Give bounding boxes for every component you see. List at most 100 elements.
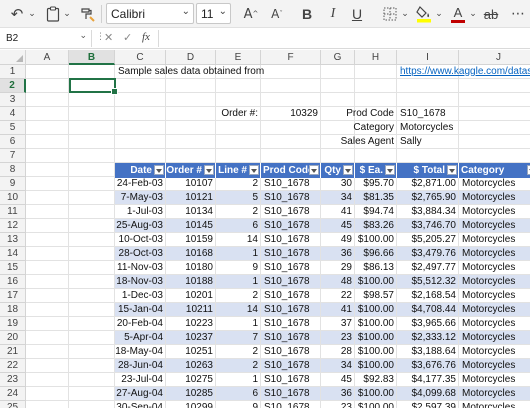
table-cell[interactable]: $2,871.00 (397, 177, 459, 191)
row-header-15[interactable]: 15 (0, 261, 26, 275)
table-header-cell[interactable]: Line # (216, 163, 261, 178)
selected-cell-outline[interactable] (69, 78, 118, 95)
borders-dropdown-icon[interactable]: ⌄ (400, 4, 410, 24)
font-color-icon[interactable]: A (448, 4, 468, 24)
table-cell[interactable]: 36 (321, 387, 355, 401)
fill-color-icon[interactable] (414, 4, 434, 24)
table-cell[interactable]: Motorcycles (459, 373, 530, 387)
table-cell[interactable]: 10188 (166, 275, 216, 289)
table-cell[interactable]: 2 (216, 177, 261, 191)
table-cell[interactable]: $100.00 (355, 359, 397, 373)
table-cell[interactable]: S10_1678 (261, 289, 321, 303)
table-cell[interactable]: 1 (216, 317, 261, 331)
table-cell[interactable]: 28-Jun-04 (115, 359, 166, 373)
table-cell[interactable]: S10_1678 (261, 177, 321, 191)
table-cell[interactable]: 10145 (166, 219, 216, 233)
enter-icon[interactable]: ✓ (123, 31, 132, 44)
function-icon[interactable]: fx (142, 31, 150, 43)
table-cell[interactable]: 6 (216, 387, 261, 401)
table-cell[interactable]: 10211 (166, 303, 216, 317)
table-cell[interactable]: S10_1678 (261, 261, 321, 275)
table-cell[interactable]: $92.83 (355, 373, 397, 387)
table-cell[interactable]: 7 (216, 331, 261, 345)
table-header-cell[interactable]: Prod Code (261, 163, 321, 178)
font-size-select[interactable]: 11 ⌄ (196, 3, 231, 24)
table-cell[interactable]: S10_1678 (261, 275, 321, 289)
row-header-18[interactable]: 18 (0, 303, 26, 317)
table-cell[interactable]: $3,479.76 (397, 247, 459, 261)
table-cell[interactable]: Motorcycles (459, 191, 530, 205)
table-cell[interactable]: 5-Apr-04 (115, 331, 166, 345)
table-cell[interactable]: Motorcycles (459, 247, 530, 261)
table-cell[interactable]: 2 (216, 289, 261, 303)
row-header-23[interactable]: 23 (0, 373, 26, 387)
table-cell[interactable]: S10_1678 (261, 401, 321, 408)
table-cell[interactable]: 23-Jul-04 (115, 373, 166, 387)
table-cell[interactable]: $3,884.34 (397, 205, 459, 219)
bold-button[interactable]: B (296, 4, 318, 24)
table-cell[interactable]: 30 (321, 177, 355, 191)
table-cell[interactable]: Motorcycles (459, 261, 530, 275)
table-header-cell[interactable]: Qty (321, 163, 355, 178)
table-cell[interactable]: $100.00 (355, 275, 397, 289)
table-cell[interactable]: 29 (321, 261, 355, 275)
filter-dropdown-icon[interactable] (447, 165, 457, 175)
table-cell[interactable]: 41 (321, 303, 355, 317)
table-cell[interactable]: 18-Nov-03 (115, 275, 166, 289)
table-cell[interactable]: $100.00 (355, 387, 397, 401)
table-cell[interactable]: Motorcycles (459, 289, 530, 303)
filter-dropdown-icon[interactable] (249, 165, 259, 175)
table-cell[interactable]: 37 (321, 317, 355, 331)
table-cell[interactable]: 28-Oct-03 (115, 247, 166, 261)
cancel-icon[interactable]: ✕ (104, 31, 113, 44)
paste-icon[interactable] (42, 4, 64, 24)
table-cell[interactable]: 10285 (166, 387, 216, 401)
table-header-cell[interactable]: $ Ea. (355, 163, 397, 178)
row-header-25[interactable]: 25 (0, 401, 26, 408)
table-cell[interactable]: 30-Sep-04 (115, 401, 166, 408)
row-header-21[interactable]: 21 (0, 345, 26, 359)
column-header-j[interactable]: J (459, 50, 530, 65)
table-cell[interactable]: $98.57 (355, 289, 397, 303)
table-cell[interactable]: 9 (216, 261, 261, 275)
italic-button[interactable]: I (322, 4, 344, 24)
column-header-d[interactable]: D (166, 50, 216, 65)
table-cell[interactable]: 49 (321, 233, 355, 247)
row-header-7[interactable]: 7 (0, 149, 26, 163)
table-cell[interactable]: $86.13 (355, 261, 397, 275)
table-cell[interactable]: $4,708.44 (397, 303, 459, 317)
table-cell[interactable]: 10237 (166, 331, 216, 345)
font-color-dropdown-icon[interactable]: ⌄ (468, 4, 478, 24)
table-cell[interactable]: Motorcycles (459, 205, 530, 219)
row-header-3[interactable]: 3 (0, 93, 26, 107)
row-header-6[interactable]: 6 (0, 135, 26, 149)
table-cell[interactable]: 5 (216, 191, 261, 205)
borders-icon[interactable] (380, 4, 400, 24)
table-cell[interactable]: $96.66 (355, 247, 397, 261)
table-cell[interactable]: Motorcycles (459, 177, 530, 191)
undo-dropdown-icon[interactable]: ⌄ (27, 4, 37, 24)
table-cell[interactable]: 28 (321, 345, 355, 359)
row-header-2[interactable]: 2 (0, 79, 26, 93)
filter-dropdown-icon[interactable] (204, 165, 214, 175)
table-cell[interactable]: 10121 (166, 191, 216, 205)
table-cell[interactable]: 25-Aug-03 (115, 219, 166, 233)
table-cell[interactable]: $2,333.12 (397, 331, 459, 345)
column-header-e[interactable]: E (216, 50, 261, 65)
table-cell[interactable]: Motorcycles (459, 401, 530, 408)
table-cell[interactable]: 2 (216, 205, 261, 219)
filter-dropdown-icon[interactable] (154, 165, 164, 175)
paste-dropdown-icon[interactable]: ⌄ (62, 4, 72, 24)
row-header-22[interactable]: 22 (0, 359, 26, 373)
table-cell[interactable]: 10-Oct-03 (115, 233, 166, 247)
formula-input[interactable] (158, 30, 526, 47)
table-header-cell[interactable]: Order # (166, 163, 216, 178)
table-cell[interactable]: Motorcycles (459, 359, 530, 373)
table-cell[interactable]: S10_1678 (261, 331, 321, 345)
table-cell[interactable]: S10_1678 (261, 205, 321, 219)
fill-color-dropdown-icon[interactable]: ⌄ (434, 4, 444, 24)
table-cell[interactable]: 10159 (166, 233, 216, 247)
name-box[interactable]: B2 ⌄ (3, 30, 92, 47)
table-cell[interactable]: $81.35 (355, 191, 397, 205)
table-cell[interactable]: S10_1678 (261, 373, 321, 387)
